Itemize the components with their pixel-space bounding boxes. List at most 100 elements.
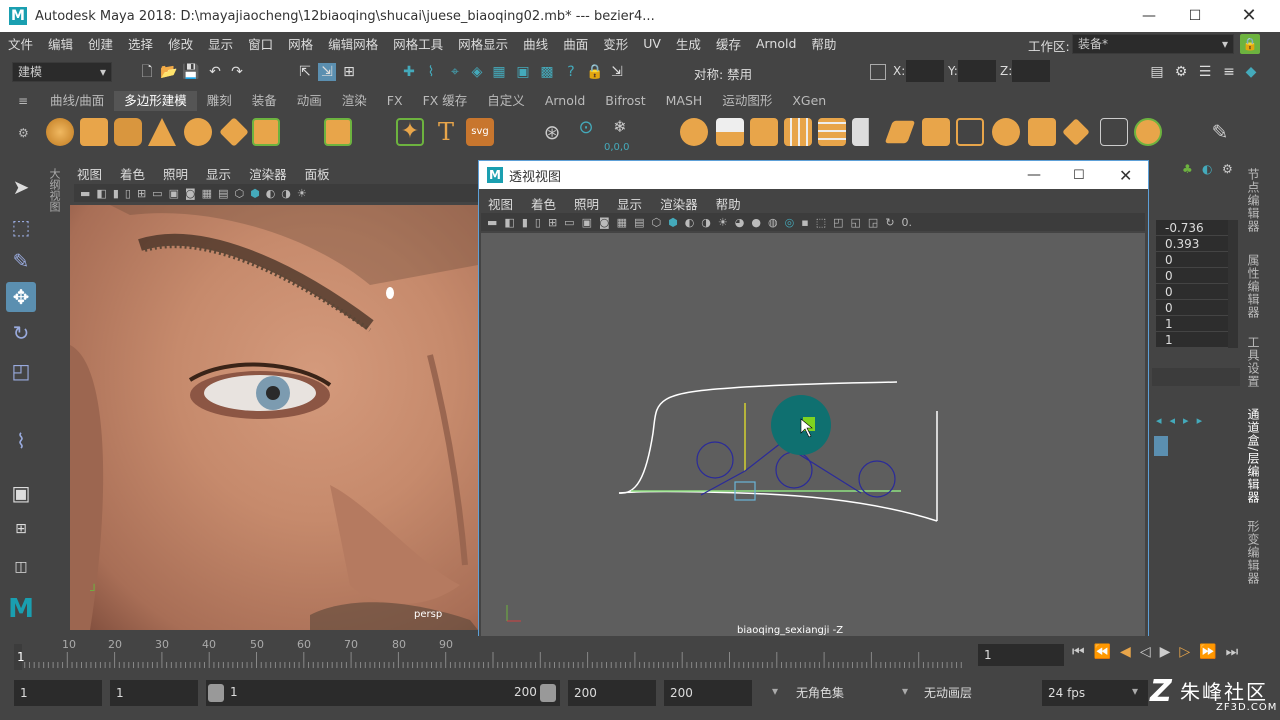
- channel-value[interactable]: 0.393: [1156, 236, 1228, 252]
- play-backward-icon[interactable]: ◁: [1140, 644, 1160, 660]
- float-menu-renderer[interactable]: 渲染器: [651, 194, 707, 213]
- redo-icon[interactable]: ↷: [228, 63, 246, 81]
- grid-icon[interactable]: ⊞: [137, 187, 146, 200]
- menu-set-dropdown[interactable]: 建模 ▾: [12, 62, 112, 82]
- four-view-icon[interactable]: ⊞: [6, 514, 36, 544]
- anim-layer-dropdown[interactable]: 无动画层: [918, 680, 1018, 706]
- image-plane-icon[interactable]: ▯: [125, 187, 131, 200]
- float-menu-help[interactable]: 帮助: [707, 194, 750, 213]
- menu-mesh-display[interactable]: 网格显示: [450, 34, 515, 53]
- panel-menu-show[interactable]: 显示: [197, 164, 240, 183]
- save-scene-icon[interactable]: 💾: [182, 63, 200, 81]
- camera-icon[interactable]: ▬: [80, 187, 90, 200]
- tool-settings-tab[interactable]: 工具设置: [1244, 336, 1262, 388]
- menu-mesh[interactable]: 网格: [280, 34, 320, 53]
- shelf-tab-curves[interactable]: 曲线/曲面: [40, 91, 114, 111]
- target-weld-icon[interactable]: [818, 118, 846, 146]
- step-back-key-icon[interactable]: ⏪: [1094, 644, 1120, 660]
- menu-surfaces[interactable]: 曲面: [555, 34, 595, 53]
- snap-grid-icon[interactable]: ✚: [400, 63, 418, 81]
- menu-uv[interactable]: UV: [635, 36, 668, 51]
- shelf-tab-xgen[interactable]: XGen: [782, 91, 836, 111]
- poly-plane-icon[interactable]: [219, 117, 249, 147]
- shelf-tab-animation[interactable]: 动画: [287, 91, 332, 111]
- single-view-icon[interactable]: ▣: [6, 478, 36, 508]
- anti-alias-icon[interactable]: ◎: [785, 216, 795, 229]
- float-viewport[interactable]: biaoqing_sexiangji -Z: [481, 233, 1145, 643]
- textured-icon[interactable]: ◑: [281, 187, 291, 200]
- shelf-settings-icon[interactable]: ⚙: [18, 126, 29, 140]
- lock-icon[interactable]: 🔒: [1240, 34, 1260, 54]
- shelf-tab-arnold[interactable]: Arnold: [535, 91, 595, 111]
- resolution-gate-icon[interactable]: ▣: [169, 187, 179, 200]
- multi-cut-icon[interactable]: [784, 118, 812, 146]
- menu-mesh-tools[interactable]: 网格工具: [385, 34, 450, 53]
- gate-mask-icon[interactable]: ◙: [185, 187, 196, 200]
- maximize-icon[interactable]: ☐: [1172, 0, 1218, 32]
- menu-arnold[interactable]: Arnold: [748, 36, 803, 51]
- field-chart-icon[interactable]: ▦: [202, 187, 212, 200]
- layer-editor-icon[interactable]: ◆: [1242, 63, 1260, 81]
- character-set-dropdown[interactable]: 无角色集: [790, 680, 890, 706]
- x-field[interactable]: [906, 60, 944, 82]
- bevel-icon[interactable]: [750, 118, 778, 146]
- pivot-icon[interactable]: [1134, 118, 1162, 146]
- panel-menu-panels[interactable]: 面板: [296, 164, 339, 183]
- smooth-shade-icon[interactable]: ⬢: [668, 216, 678, 229]
- node-editor-tab[interactable]: 节点编辑器: [1244, 168, 1262, 233]
- select-component-icon[interactable]: ⊞: [340, 63, 358, 81]
- film-gate-icon[interactable]: ▭: [564, 216, 574, 229]
- mirror-icon[interactable]: [1028, 118, 1056, 146]
- slide-edge-icon[interactable]: [956, 118, 984, 146]
- default-material-icon[interactable]: ◐: [266, 187, 276, 200]
- ambient-occlusion-icon[interactable]: ●: [751, 216, 761, 229]
- shelf-tab-bifrost[interactable]: Bifrost: [595, 91, 655, 111]
- select-object-icon[interactable]: ⇲: [318, 63, 336, 81]
- chevron-down-icon[interactable]: ▾: [902, 684, 908, 698]
- ipr-render-icon[interactable]: ▩: [538, 63, 556, 81]
- refresh-icon[interactable]: ↻: [885, 216, 894, 229]
- animation-end-field[interactable]: 200: [664, 680, 752, 706]
- menu-modify[interactable]: 修改: [160, 34, 200, 53]
- gate-mask-icon[interactable]: ◙: [599, 216, 610, 229]
- menu-create[interactable]: 创建: [80, 34, 120, 53]
- snap-live-icon[interactable]: ▦: [490, 63, 508, 81]
- highlight-icon[interactable]: ⇲: [608, 63, 626, 81]
- transform-mode-icon[interactable]: [870, 64, 886, 80]
- shadows-icon[interactable]: ◕: [735, 216, 745, 229]
- svg-icon[interactable]: svg: [466, 118, 494, 146]
- lock-selection-icon[interactable]: 🔒: [586, 63, 604, 81]
- panel-menu-view[interactable]: 视图: [68, 164, 111, 183]
- snap-curve-icon[interactable]: ⌇: [422, 63, 440, 81]
- shelf-tab-fx[interactable]: FX: [377, 91, 413, 111]
- symmetry-label[interactable]: 对称: 禁用: [694, 64, 752, 83]
- lights-icon[interactable]: ☀: [297, 187, 307, 200]
- layer-buttons-icon[interactable]: ◂◂▸▸: [1156, 414, 1240, 434]
- bridge-icon[interactable]: [716, 118, 744, 146]
- paint-select-icon[interactable]: ✎: [6, 246, 36, 276]
- channel-value[interactable]: 0: [1156, 300, 1228, 316]
- channel-value[interactable]: 0: [1156, 284, 1228, 300]
- motion-blur-icon[interactable]: ◍: [768, 216, 778, 229]
- shelf-tab-mash[interactable]: MASH: [656, 91, 713, 111]
- poly-cube-icon[interactable]: [80, 118, 108, 146]
- poly-cylinder-icon[interactable]: [114, 118, 142, 146]
- shelf-tab-rigging[interactable]: 装备: [242, 91, 287, 111]
- undo-icon[interactable]: ↶: [206, 63, 224, 81]
- safe-action-icon[interactable]: ▤: [218, 187, 228, 200]
- channel-scrollbar[interactable]: [1228, 220, 1238, 348]
- shelf-tab-sculpt[interactable]: 雕刻: [197, 91, 242, 111]
- channel-box-icon[interactable]: ≡: [1220, 63, 1238, 81]
- film-gate-icon[interactable]: ▭: [152, 187, 162, 200]
- xray-joints-icon[interactable]: ◱: [851, 216, 861, 229]
- super-shape-icon[interactable]: ✦: [396, 118, 424, 146]
- chevron-down-icon[interactable]: ▾: [772, 684, 778, 698]
- channel-box-tab[interactable]: 通道盒/层编辑器: [1244, 408, 1262, 504]
- go-to-end-icon[interactable]: ⏭: [1226, 644, 1248, 660]
- menu-select[interactable]: 选择: [120, 34, 160, 53]
- lights-icon[interactable]: ☀: [718, 216, 728, 229]
- textured-icon[interactable]: ◑: [701, 216, 711, 229]
- shelf-tab-rendering[interactable]: 渲染: [332, 91, 377, 111]
- menu-deform[interactable]: 变形: [595, 34, 635, 53]
- chevron-down-icon[interactable]: ▾: [1132, 684, 1138, 698]
